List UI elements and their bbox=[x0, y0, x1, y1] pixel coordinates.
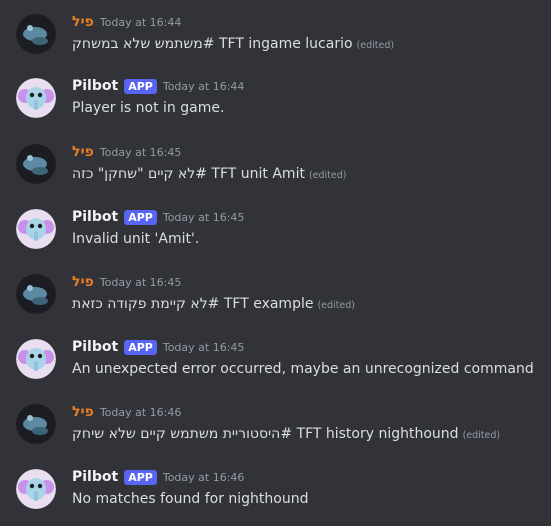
message-text: No matches found for nighthound bbox=[72, 491, 309, 507]
message-content: Invalid unit 'Amit'. bbox=[72, 231, 199, 247]
chat-message-list: פיל Today at 16:44 TFT ingame lucario #מ… bbox=[0, 0, 551, 526]
message-header: פיל Today at 16:46 bbox=[72, 402, 181, 422]
chat-message: Pilbot APP Today at 16:44 Player is not … bbox=[0, 70, 551, 134]
chat-message: פיל Today at 16:45 TFT unit Amit #לא קיי… bbox=[0, 136, 551, 200]
timestamp[interactable]: Today at 16:46 bbox=[163, 471, 245, 484]
user-avatar[interactable] bbox=[16, 14, 56, 54]
message-content: TFT history nighthound #היסטוריית משתמש … bbox=[72, 426, 500, 442]
message-header: Pilbot APP Today at 16:45 bbox=[72, 337, 244, 357]
edited-label: (edited) bbox=[308, 170, 347, 181]
username[interactable]: Pilbot bbox=[72, 78, 118, 94]
chat-message: פיל Today at 16:44 TFT ingame lucario #מ… bbox=[0, 6, 551, 70]
chat-message: Pilbot APP Today at 16:46 No matches fou… bbox=[0, 461, 551, 525]
username[interactable]: Pilbot bbox=[72, 209, 118, 225]
user-avatar[interactable] bbox=[16, 274, 56, 314]
chat-message: פיל Today at 16:46 TFT history nighthoun… bbox=[0, 396, 551, 460]
bot-avatar[interactable] bbox=[16, 78, 56, 118]
message-text: TFT unit Amit #לא קיים "שחקן" כזה bbox=[72, 166, 305, 182]
message-header: Pilbot APP Today at 16:46 bbox=[72, 467, 244, 487]
timestamp[interactable]: Today at 16:44 bbox=[163, 80, 245, 93]
timestamp[interactable]: Today at 16:45 bbox=[100, 276, 182, 289]
username[interactable]: פיל bbox=[72, 404, 94, 420]
username[interactable]: פיל bbox=[72, 274, 94, 290]
bot-avatar[interactable] bbox=[16, 339, 56, 379]
message-content: TFT unit Amit #לא קיים "שחקן" כזה (edite… bbox=[72, 166, 346, 182]
message-header: פיל Today at 16:45 bbox=[72, 142, 181, 162]
message-text: Invalid unit 'Amit'. bbox=[72, 231, 200, 247]
timestamp[interactable]: Today at 16:45 bbox=[163, 341, 245, 354]
message-text: TFT example #לא קיימת פקודה כזאת bbox=[72, 296, 314, 312]
username[interactable]: פיל bbox=[72, 144, 94, 160]
message-content: TFT ingame lucario #משתמש שלא במשחק (edi… bbox=[72, 36, 394, 52]
bot-avatar[interactable] bbox=[16, 209, 56, 249]
timestamp[interactable]: Today at 16:46 bbox=[100, 406, 182, 419]
username[interactable]: פיל bbox=[72, 14, 94, 30]
username[interactable]: Pilbot bbox=[72, 469, 118, 485]
message-content: Player is not in game. bbox=[72, 100, 224, 116]
user-avatar[interactable] bbox=[16, 404, 56, 444]
username[interactable]: Pilbot bbox=[72, 339, 118, 355]
timestamp[interactable]: Today at 16:44 bbox=[100, 16, 182, 29]
chat-message: פיל Today at 16:45 TFT example #לא קיימת… bbox=[0, 266, 551, 330]
edited-label: (edited) bbox=[356, 40, 395, 51]
message-header: Pilbot APP Today at 16:45 bbox=[72, 207, 244, 227]
app-badge: APP bbox=[124, 339, 157, 355]
message-header: פיל Today at 16:45 bbox=[72, 272, 181, 292]
message-text: TFT history nighthound #היסטוריית משתמש … bbox=[72, 426, 459, 442]
chat-message: Pilbot APP Today at 16:45 Invalid unit '… bbox=[0, 201, 551, 265]
app-badge: APP bbox=[124, 209, 157, 225]
message-text: TFT ingame lucario #משתמש שלא במשחק bbox=[72, 36, 353, 52]
message-text: An unexpected error occurred, maybe an u… bbox=[72, 361, 534, 377]
message-content: TFT example #לא קיימת פקודה כזאת (edited… bbox=[72, 296, 355, 312]
bot-avatar[interactable] bbox=[16, 469, 56, 509]
message-header: פיל Today at 16:44 bbox=[72, 12, 181, 32]
app-badge: APP bbox=[124, 78, 157, 94]
edited-label: (edited) bbox=[462, 430, 501, 441]
message-header: Pilbot APP Today at 16:44 bbox=[72, 76, 244, 96]
message-content: An unexpected error occurred, maybe an u… bbox=[72, 361, 534, 377]
user-avatar[interactable] bbox=[16, 144, 56, 184]
app-badge: APP bbox=[124, 469, 157, 485]
edited-label: (edited) bbox=[317, 300, 355, 311]
message-content: No matches found for nighthound bbox=[72, 491, 308, 507]
chat-message: Pilbot APP Today at 16:45 An unexpected … bbox=[0, 331, 551, 395]
timestamp[interactable]: Today at 16:45 bbox=[163, 211, 245, 224]
message-text: Player is not in game. bbox=[72, 100, 225, 116]
timestamp[interactable]: Today at 16:45 bbox=[100, 146, 182, 159]
